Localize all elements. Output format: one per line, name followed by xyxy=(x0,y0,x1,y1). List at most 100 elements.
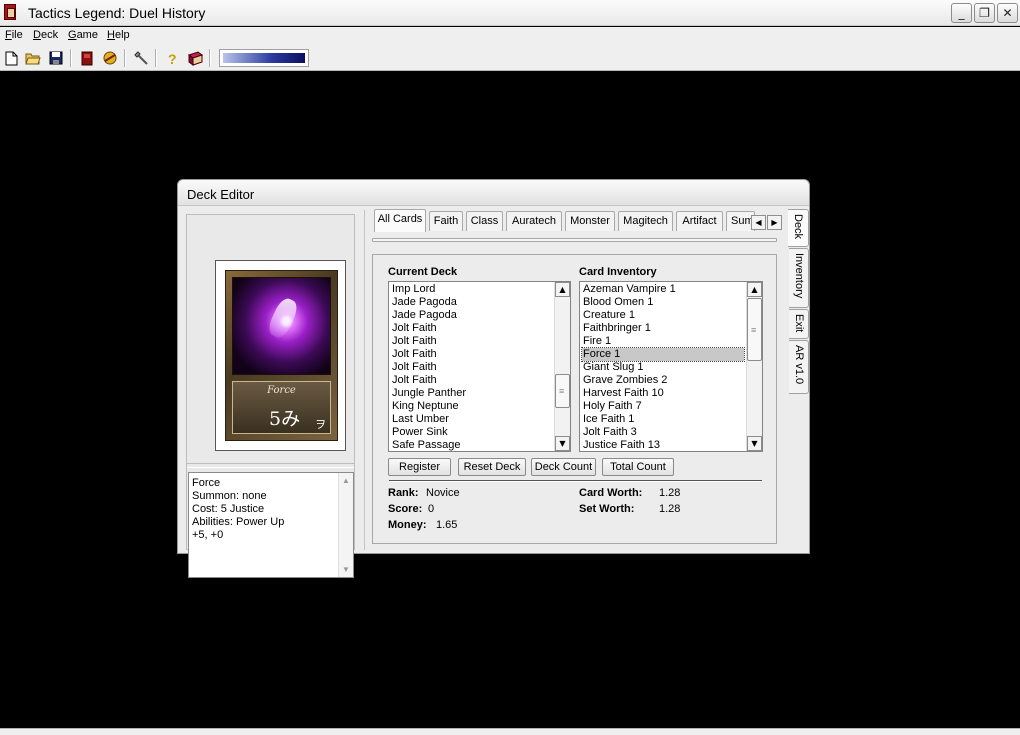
menu-deck-accel: D xyxy=(33,29,41,41)
card-worth-value: 1.28 xyxy=(659,487,681,499)
tab-scroll-right-button[interactable]: ▶ xyxy=(767,215,782,230)
rank-label: Rank: xyxy=(388,487,419,499)
svg-text:?: ? xyxy=(168,51,177,66)
info-scrollbar[interactable]: ▲ ▼ xyxy=(338,473,353,577)
list-item[interactable]: Harvest Faith 10 xyxy=(582,387,744,400)
menu-bar: File Deck Game Help xyxy=(0,27,1020,46)
card-cost-mark: ヲ xyxy=(315,418,326,431)
list-item[interactable]: Jolt Faith xyxy=(391,348,553,361)
tab-scroll-left-button[interactable]: ◀ xyxy=(751,215,766,230)
list-item[interactable]: Last Umber xyxy=(391,413,553,426)
list-item[interactable]: Holy Faith 7 xyxy=(582,400,744,413)
side-tab-inventory[interactable]: Inventory xyxy=(789,248,809,308)
list-item[interactable]: Grave Zombies 2 xyxy=(582,374,744,387)
card-inventory-header: Card Inventory xyxy=(579,266,657,278)
list-item[interactable]: Giant Slug 1 xyxy=(582,361,744,374)
list-item[interactable]: Jolt Faith xyxy=(391,361,553,374)
list-item[interactable]: Faithbringer 1 xyxy=(582,322,744,335)
tab-faith[interactable]: Faith xyxy=(429,211,463,231)
list-item[interactable]: Jungle Panther xyxy=(391,387,553,400)
window-title: Tactics Legend: Duel History xyxy=(28,5,206,21)
deck-book-icon[interactable] xyxy=(78,49,96,67)
trade-icon[interactable] xyxy=(101,49,119,67)
progress-bar xyxy=(219,49,309,67)
card-name: Force xyxy=(267,385,296,396)
help-question-icon[interactable]: ? xyxy=(163,49,181,67)
inventory-list-scrollbar[interactable]: ▲ ▼ xyxy=(746,282,762,451)
save-disk-icon[interactable] xyxy=(47,49,65,67)
list-item[interactable]: Ice Faith 1 xyxy=(582,413,744,426)
list-item[interactable]: Force 1 xyxy=(581,347,745,362)
side-tab-exit[interactable]: Exit xyxy=(789,309,809,339)
menu-help[interactable]: Help xyxy=(107,29,130,41)
menu-file-accel: F xyxy=(5,29,12,41)
manual-book-icon[interactable] xyxy=(186,49,204,67)
current-deck-list[interactable]: Imp Lord Jade Pagoda Jade Pagoda Jolt Faith… xyxy=(388,281,571,452)
new-document-icon[interactable] xyxy=(2,49,20,67)
tab-monster[interactable]: Monster xyxy=(565,211,615,231)
money-label: Money: xyxy=(388,519,427,531)
list-item[interactable]: Jolt Faith 3 xyxy=(582,426,744,439)
card-preview-panel: Force 5み ヲ Force Summon: none Cost: 5 Ju… xyxy=(186,214,355,578)
scroll-down-arrow[interactable]: ▼ xyxy=(555,436,570,451)
dialog-titlebar[interactable]: Deck Editor xyxy=(178,180,809,206)
deck-scroll-thumb[interactable] xyxy=(555,374,570,408)
scroll-up-arrow[interactable]: ▲ xyxy=(342,476,350,485)
deck-count-button[interactable]: Deck Count xyxy=(531,458,596,476)
menu-file-label: ile xyxy=(11,29,23,41)
list-item[interactable]: Jolt Faith xyxy=(391,374,553,387)
close-button[interactable]: ✕ xyxy=(997,3,1018,23)
tab-all-cards[interactable]: All Cards xyxy=(374,209,426,232)
set-worth-value: 1.28 xyxy=(659,503,681,515)
app-icon[interactable] xyxy=(4,4,16,20)
deck-content-panel: Current Deck Card Inventory Imp Lord Jade… xyxy=(372,254,777,544)
list-item[interactable]: Creature 1 xyxy=(582,309,744,322)
scroll-up-arrow[interactable]: ▲ xyxy=(747,282,762,297)
info-line: Force xyxy=(192,477,221,489)
list-item[interactable]: King Neptune xyxy=(391,400,553,413)
scroll-down-arrow[interactable]: ▼ xyxy=(342,565,350,574)
tab-strip-bar xyxy=(372,238,777,242)
card-inventory-list[interactable]: Azeman Vampire 1 Blood Omen 1 Creature 1 Fa… xyxy=(579,281,763,452)
list-item[interactable]: Justice Faith 13 xyxy=(582,439,744,452)
toolbar-separator xyxy=(124,49,126,67)
inventory-scroll-thumb[interactable] xyxy=(747,298,762,361)
open-folder-icon[interactable] xyxy=(24,49,42,67)
info-line: Abilities: Power Up xyxy=(192,516,285,528)
list-item[interactable]: Azeman Vampire 1 xyxy=(582,283,744,296)
rank-value: Novice xyxy=(426,487,460,499)
menu-game-accel: G xyxy=(68,29,77,41)
side-tab-deck[interactable]: Deck xyxy=(788,209,809,247)
list-item[interactable]: Imp Lord xyxy=(391,283,553,296)
list-item[interactable]: Power Sink xyxy=(391,426,553,439)
menu-file[interactable]: File xyxy=(5,29,23,41)
scroll-down-arrow[interactable]: ▼ xyxy=(747,436,762,451)
tab-artifact[interactable]: Artifact xyxy=(676,211,723,231)
restore-button[interactable]: ❐ xyxy=(974,3,995,23)
list-item[interactable]: Fire 1 xyxy=(582,335,744,348)
register-button[interactable]: Register xyxy=(388,458,451,476)
deck-list-scrollbar[interactable]: ▲ ▼ xyxy=(554,282,570,451)
list-item[interactable]: Safe Passage xyxy=(391,439,553,452)
card-info-box[interactable]: Force Summon: none Cost: 5 Justice Abili… xyxy=(188,472,354,578)
menu-game[interactable]: Game xyxy=(68,29,98,41)
tab-auratech[interactable]: Auratech xyxy=(506,211,562,231)
side-tab-label: Deck xyxy=(792,214,804,240)
side-tab-label: Inventory xyxy=(793,253,805,299)
list-item[interactable]: Blood Omen 1 xyxy=(582,296,744,309)
total-count-button[interactable]: Total Count xyxy=(602,458,674,476)
list-item[interactable]: Jolt Faith xyxy=(391,335,553,348)
tools-icon[interactable] xyxy=(132,49,150,67)
reset-deck-button[interactable]: Reset Deck xyxy=(458,458,526,476)
list-item[interactable]: Jade Pagoda xyxy=(391,309,553,322)
list-item[interactable]: Jade Pagoda xyxy=(391,296,553,309)
scroll-up-arrow[interactable]: ▲ xyxy=(555,282,570,297)
list-item[interactable]: Jolt Faith xyxy=(391,322,553,335)
tab-magitech[interactable]: Magitech xyxy=(618,211,673,231)
toolbar: ? xyxy=(0,46,1020,71)
side-tab-version[interactable]: AR v1.0 xyxy=(789,340,809,394)
minimize-button[interactable]: _ xyxy=(951,3,972,23)
tab-class[interactable]: Class xyxy=(466,211,503,231)
card-worth-label: Card Worth: xyxy=(579,487,643,499)
menu-deck[interactable]: Deck xyxy=(33,29,58,41)
